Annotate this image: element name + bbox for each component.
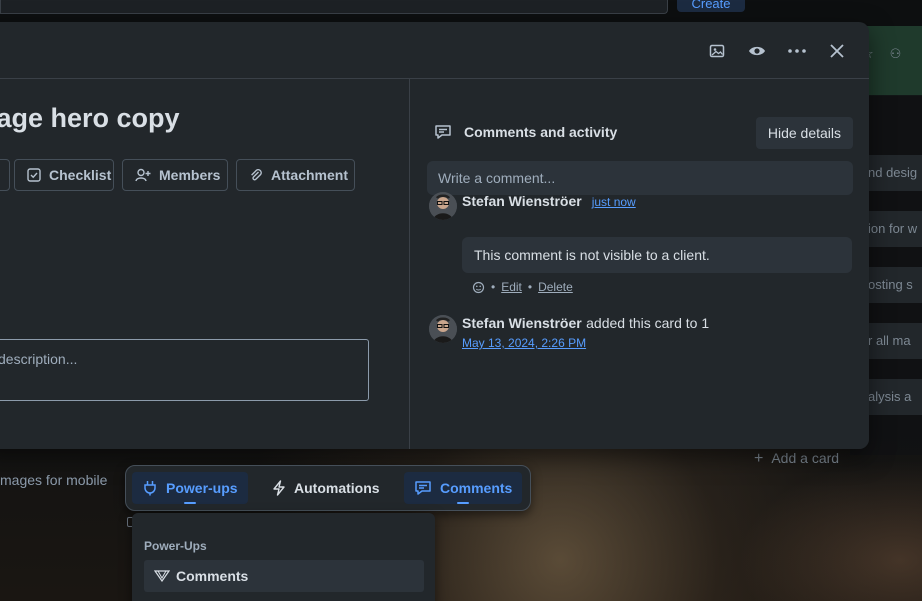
active-indicator (457, 502, 470, 504)
description-placeholder: description... (0, 351, 78, 367)
comment-icon (414, 480, 432, 496)
avatar[interactable] (429, 192, 457, 220)
card-toolbar: Power-ups Automations Comments (125, 465, 531, 511)
card-title[interactable]: page hero copy (0, 103, 180, 134)
attachment-button[interactable]: Attachment (236, 159, 355, 191)
automations-button[interactable]: Automations (262, 472, 390, 504)
automations-label: Automations (294, 480, 380, 496)
activity-time-link[interactable]: May 13, 2024, 2:26 PM (462, 336, 586, 350)
checklist-button[interactable]: Checklist (14, 159, 114, 191)
card-detail-modal: page hero copy Checklist Members Attachm… (0, 22, 869, 449)
comment-author[interactable]: Stefan Wienströer (462, 193, 582, 209)
comment-list-icon (434, 124, 452, 140)
comments-heading-label: Comments and activity (464, 124, 618, 140)
create-button[interactable]: Create (677, 0, 745, 12)
comment-text: This comment is not visible to a client. (462, 237, 852, 273)
hide-details-button[interactable]: Hide details (755, 117, 853, 149)
popup-item-comments[interactable]: Comments (144, 560, 424, 592)
watch-eye-icon[interactable] (742, 36, 772, 66)
members-icon[interactable]: ⚇ (890, 46, 902, 61)
description-editor[interactable]: description... (0, 339, 369, 401)
members-button[interactable]: Members (122, 159, 228, 191)
add-reaction-icon[interactable] (472, 281, 485, 294)
comment-meta: Stefan Wienströer just now (462, 193, 636, 209)
plus-icon: + (754, 450, 764, 467)
paperclip-icon (249, 168, 263, 182)
avatar[interactable] (429, 315, 457, 343)
comment-actions: • Edit • Delete (472, 280, 573, 294)
add-card-button[interactable]: + Add a card (754, 450, 839, 468)
members-label: Members (159, 167, 221, 183)
popup-item-label: Comments (176, 568, 249, 584)
active-indicator (183, 502, 196, 504)
close-icon[interactable] (822, 36, 852, 66)
search-bar[interactable] (0, 0, 668, 14)
lightning-icon (272, 480, 286, 496)
popup-title: Power-Ups (144, 539, 207, 553)
attachment-label: Attachment (271, 167, 349, 183)
activity-author[interactable]: Stefan Wienströer (462, 315, 582, 331)
modal-header (0, 22, 869, 79)
checklist-label: Checklist (49, 167, 112, 183)
comment-input[interactable]: Write a comment... (427, 161, 853, 195)
powerups-label: Power-ups (166, 480, 238, 496)
plug-icon (142, 480, 158, 496)
card-main-pane: page hero copy Checklist Members Attachm… (0, 79, 409, 449)
separator-dot: • (491, 280, 496, 294)
funnel-icon (154, 570, 170, 582)
powerups-button[interactable]: Power-ups (132, 472, 248, 504)
cover-image-icon[interactable] (702, 36, 732, 66)
edit-comment-link[interactable]: Edit (501, 280, 522, 294)
checklist-icon (27, 168, 41, 182)
add-card-label: Add a card (771, 450, 840, 466)
comments-heading: Comments and activity (434, 124, 617, 140)
more-options-icon[interactable] (782, 36, 812, 66)
board-header-icons: ☆⚇ (862, 46, 917, 62)
activity-pane: Comments and activity Hide details Write… (409, 79, 869, 449)
background-card-title: mages for mobile (0, 472, 108, 488)
activity-text: added this card to 1 (586, 315, 710, 331)
activity-entry: Stefan Wienströer added this card to 1 (462, 315, 709, 333)
action-chip-partial[interactable] (0, 159, 10, 191)
delete-comment-link[interactable]: Delete (538, 280, 573, 294)
powerups-popup: Power-Ups Comments (132, 513, 435, 601)
separator-dot: • (527, 280, 533, 294)
comments-toolbar-label: Comments (440, 480, 513, 496)
comment-time-link[interactable]: just now (592, 195, 636, 209)
comments-toolbar-button[interactable]: Comments (404, 472, 523, 504)
add-member-icon (135, 168, 151, 182)
